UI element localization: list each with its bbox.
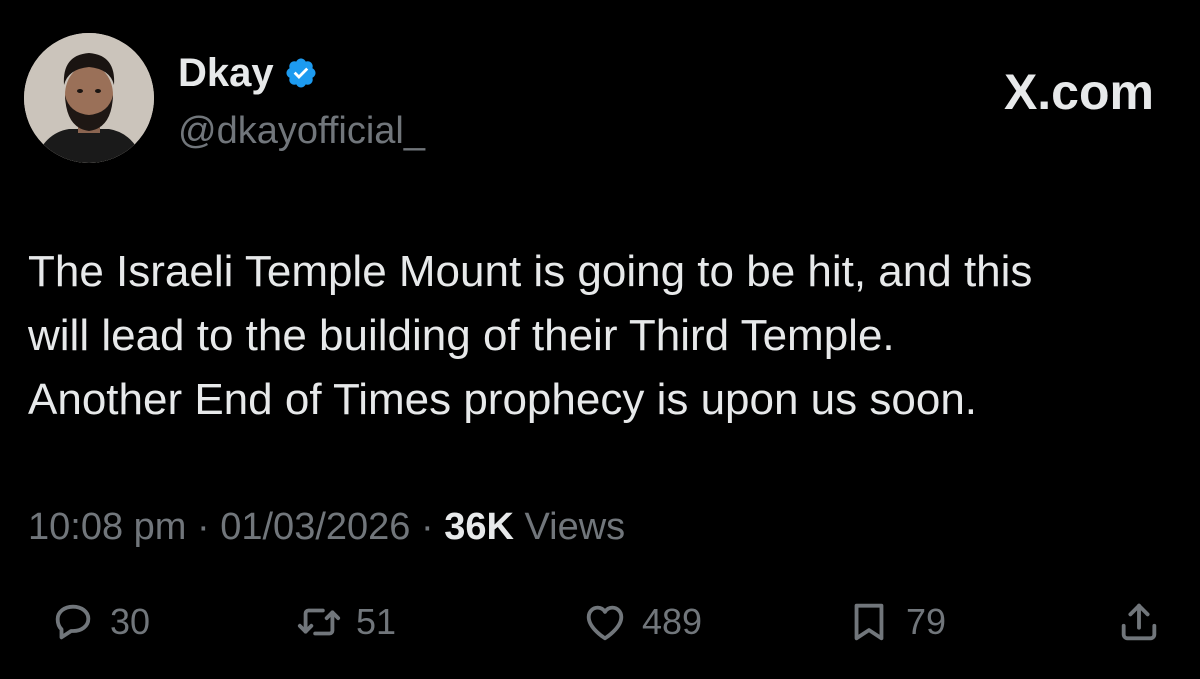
display-name[interactable]: Dkay	[178, 50, 274, 96]
tweet-text-line: Another End of Times prophecy is upon us…	[28, 375, 978, 424]
bookmark-icon	[846, 599, 892, 645]
repost-icon	[296, 599, 342, 645]
brand-label: X.com	[1003, 64, 1154, 120]
share-button[interactable]	[1116, 590, 1162, 654]
repost-count: 51	[356, 601, 397, 642]
tweet-date[interactable]: 01/03/2026	[220, 506, 410, 548]
like-button[interactable]: 489	[582, 590, 702, 654]
like-icon	[582, 599, 628, 645]
tweet-text-line: will lead to the building of their Third…	[28, 311, 895, 360]
action-bar: 30 51 489 79	[0, 590, 1200, 654]
tweet-text-line: The Israeli Temple Mount is going to be …	[28, 247, 1033, 296]
reply-icon	[50, 599, 96, 645]
views-count: 36K	[444, 506, 514, 548]
bookmark-count: 79	[906, 601, 947, 642]
meta-separator: ·	[197, 506, 210, 548]
tweet-card: Dkay @dkayofficial_ X.com The Israeli Te…	[0, 0, 1200, 679]
repost-button[interactable]: 51	[296, 590, 396, 654]
name-row: Dkay	[178, 50, 318, 96]
views-label: Views	[524, 506, 626, 548]
tweet-meta: 10:08 pm · 01/03/2026 · 36K Views	[28, 502, 625, 552]
share-icon	[1116, 599, 1162, 645]
user-handle[interactable]: @dkayofficial_	[178, 108, 425, 154]
verified-badge-icon	[284, 56, 318, 90]
avatar-image	[24, 33, 154, 163]
meta-separator: ·	[420, 506, 434, 548]
avatar[interactable]	[24, 33, 154, 163]
reply-button[interactable]: 30	[50, 590, 150, 654]
tweet-time[interactable]: 10:08 pm	[28, 506, 186, 548]
tweet-text: The Israeli Temple Mount is going to be …	[28, 240, 1168, 432]
reply-count: 30	[110, 601, 151, 642]
like-count: 489	[642, 601, 703, 642]
bookmark-button[interactable]: 79	[846, 590, 946, 654]
